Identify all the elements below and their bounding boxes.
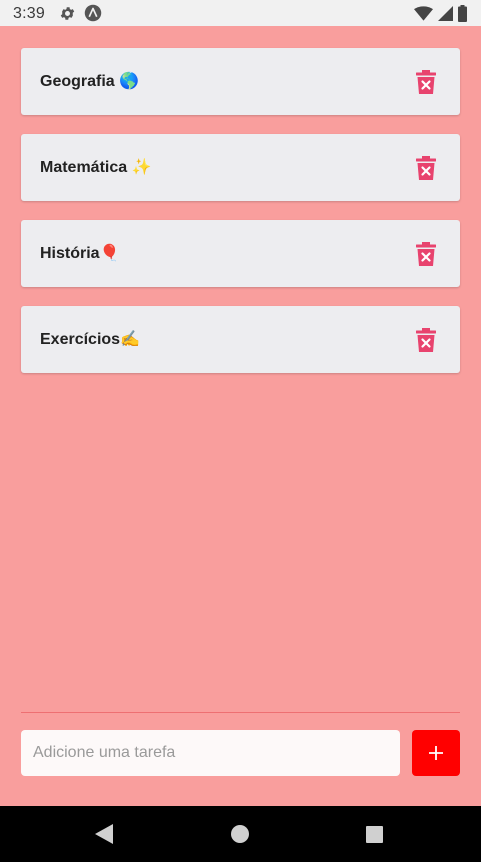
add-task-button[interactable] <box>412 730 460 776</box>
status-time: 3:39 <box>13 5 45 22</box>
task-card: Matemática ✨ <box>21 134 460 201</box>
input-divider <box>21 712 460 713</box>
gear-icon <box>60 7 75 20</box>
sparkles-emoji: ✨ <box>131 159 152 176</box>
home-icon[interactable] <box>231 825 249 843</box>
wifi-icon <box>414 6 433 21</box>
delete-task-icon[interactable] <box>416 156 436 180</box>
task-list: Geografia 🌎 Matemática ✨ História🎈 Exerc… <box>21 48 460 392</box>
signal-icon <box>438 6 453 21</box>
delete-task-icon[interactable] <box>416 328 436 352</box>
react-native-icon <box>84 4 102 22</box>
navigation-bar <box>0 806 481 862</box>
back-icon[interactable] <box>95 824 113 844</box>
plus-icon <box>429 746 443 760</box>
globe-emoji: 🌎 <box>119 73 140 90</box>
task-label: Exercícios✍️ <box>40 331 140 348</box>
status-bar: 3:39 <box>0 0 481 26</box>
status-indicators <box>414 5 467 22</box>
task-label: Geografia 🌎 <box>40 73 140 90</box>
task-label: Matemática ✨ <box>40 159 152 176</box>
delete-task-icon[interactable] <box>416 242 436 266</box>
recents-icon[interactable] <box>366 826 383 843</box>
task-input[interactable] <box>21 730 400 776</box>
delete-task-icon[interactable] <box>416 70 436 94</box>
task-card: História🎈 <box>21 220 460 287</box>
task-label: História🎈 <box>40 245 120 262</box>
task-card: Exercícios✍️ <box>21 306 460 373</box>
battery-icon <box>458 5 467 22</box>
writing-hand-emoji: ✍️ <box>120 331 140 348</box>
task-card: Geografia 🌎 <box>21 48 460 115</box>
balloon-emoji: 🎈 <box>99 245 120 262</box>
